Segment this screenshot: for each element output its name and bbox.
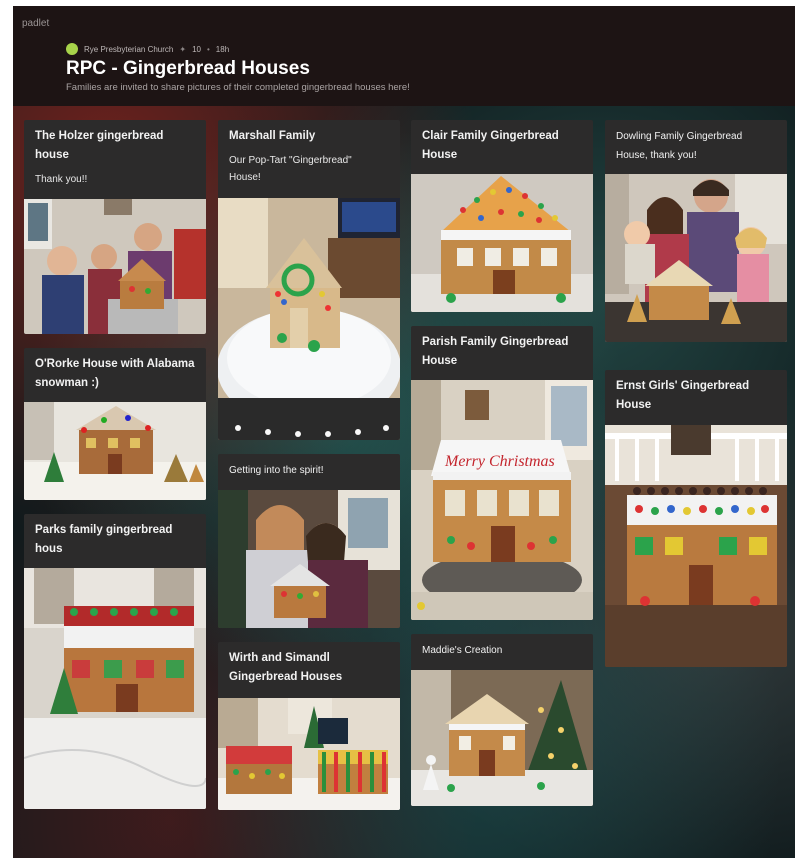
post-title: Parks family gingerbread hous bbox=[35, 524, 173, 555]
post-wirth[interactable]: Wirth and Simandl Gingerbread Houses bbox=[218, 642, 400, 810]
post-photo[interactable] bbox=[605, 425, 787, 667]
post-photo[interactable] bbox=[24, 402, 206, 500]
post-title: Marshall Family bbox=[229, 130, 316, 142]
post-title: O'Rorke House with Alabama snowman :) bbox=[35, 358, 195, 389]
board-meta: Rye Presbyterian Church ✦ 10 • 18h bbox=[66, 43, 229, 55]
heart-icon[interactable]: ✦ bbox=[179, 45, 186, 54]
post-parks[interactable]: Parks family gingerbread hous bbox=[24, 514, 206, 809]
post-dowling[interactable]: Dowling Family Gingerbread House, thank … bbox=[605, 120, 787, 342]
post-photo[interactable] bbox=[218, 490, 400, 628]
padlet-board: padlet Rye Presbyterian Church ✦ 10 • 18… bbox=[13, 6, 795, 858]
post-photo[interactable] bbox=[24, 568, 206, 809]
post-ororke[interactable]: O'Rorke House with Alabama snowman :) bbox=[24, 348, 206, 500]
post-body: Our Pop-Tart "Gingerbread" House! bbox=[229, 155, 352, 183]
post-marshall[interactable]: Marshall Family Our Pop-Tart "Gingerbrea… bbox=[218, 120, 400, 440]
merry-christmas-text: Merry Christmas bbox=[444, 453, 555, 470]
post-photo[interactable] bbox=[218, 698, 400, 810]
post-title: Dowling Family Gingerbread House, thank … bbox=[616, 131, 743, 161]
board-title: RPC - Gingerbread Houses bbox=[66, 58, 310, 79]
post-title: Ernst Girls' Gingerbread House bbox=[616, 380, 750, 411]
post-photo[interactable] bbox=[411, 670, 593, 806]
post-ernst[interactable]: Ernst Girls' Gingerbread House bbox=[605, 370, 787, 667]
board-subtitle: Families are invited to share pictures o… bbox=[66, 82, 410, 93]
post-clair[interactable]: Clair Family Gingerbread House bbox=[411, 120, 593, 312]
dot-separator-icon: • bbox=[206, 44, 210, 54]
post-parish[interactable]: Parish Family Gingerbread House Merry Ch… bbox=[411, 326, 593, 620]
post-holzer[interactable]: The Holzer gingerbread house Thank you!! bbox=[24, 120, 206, 334]
post-photo[interactable] bbox=[24, 199, 206, 334]
post-title: Wirth and Simandl Gingerbread Houses bbox=[229, 652, 343, 683]
post-photo[interactable] bbox=[411, 174, 593, 312]
post-title: Getting into the spirit! bbox=[229, 465, 324, 476]
like-count: 10 bbox=[192, 44, 201, 54]
owner-name[interactable]: Rye Presbyterian Church bbox=[84, 45, 173, 54]
post-photo[interactable] bbox=[605, 174, 787, 342]
post-photo[interactable]: Merry Christmas bbox=[411, 380, 593, 620]
post-title: Maddie's Creation bbox=[422, 645, 503, 656]
owner-avatar[interactable] bbox=[66, 43, 78, 55]
post-title: Parish Family Gingerbread House bbox=[422, 336, 569, 367]
post-photo[interactable] bbox=[218, 198, 400, 440]
padlet-logo[interactable]: padlet bbox=[22, 18, 49, 29]
post-maddie[interactable]: Maddie's Creation bbox=[411, 634, 593, 806]
post-body: Thank you!! bbox=[35, 174, 88, 185]
board-age: 18h bbox=[215, 44, 230, 54]
post-spirit[interactable]: Getting into the spirit! bbox=[218, 454, 400, 628]
post-title: The Holzer gingerbread house bbox=[35, 130, 164, 161]
post-title: Clair Family Gingerbread House bbox=[422, 130, 559, 161]
